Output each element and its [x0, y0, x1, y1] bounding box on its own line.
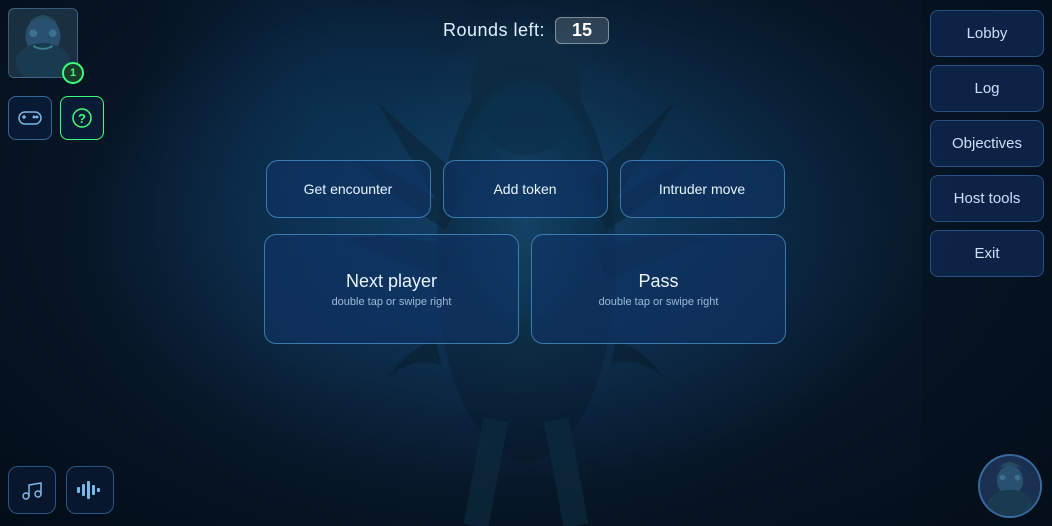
gamepad-button[interactable] — [8, 96, 52, 140]
avatar-badge: 1 — [62, 62, 84, 84]
actions-area: Get encounter Add token Intruder move Ne… — [185, 160, 865, 344]
rounds-label: Rounds left: — [443, 20, 545, 41]
host-tools-button[interactable]: Host tools — [930, 175, 1044, 222]
lobby-button[interactable]: Lobby — [930, 10, 1044, 57]
icon-buttons-row: ? — [8, 96, 104, 140]
next-player-subtitle: double tap or swipe right — [332, 296, 452, 308]
bottom-right-avatar — [978, 454, 1042, 518]
sound-button[interactable] — [66, 466, 114, 514]
header: Rounds left: 15 — [0, 0, 1052, 60]
exit-button[interactable]: Exit — [930, 230, 1044, 277]
music-button[interactable] — [8, 466, 56, 514]
pass-label: Pass — [638, 271, 678, 292]
get-encounter-button[interactable]: Get encounter — [266, 160, 431, 218]
add-token-button[interactable]: Add token — [443, 160, 608, 218]
log-button[interactable]: Log — [930, 65, 1044, 112]
media-controls — [8, 466, 114, 514]
svg-text:?: ? — [78, 111, 86, 126]
top-left-panel: 1 ? — [8, 8, 104, 140]
pass-button[interactable]: Pass double tap or swipe right — [531, 234, 786, 344]
objectives-button[interactable]: Objectives — [930, 120, 1044, 167]
next-player-button[interactable]: Next player double tap or swipe right — [264, 234, 519, 344]
intruder-move-button[interactable]: Intruder move — [620, 160, 785, 218]
help-button[interactable]: ? — [60, 96, 104, 140]
avatar-container: 1 — [8, 8, 78, 78]
rounds-container: Rounds left: 15 — [443, 17, 609, 44]
bottom-action-buttons: Next player double tap or swipe right Pa… — [185, 234, 865, 344]
top-action-buttons: Get encounter Add token Intruder move — [185, 160, 865, 218]
pass-subtitle: double tap or swipe right — [599, 296, 719, 308]
right-sidebar: Lobby Log Objectives Host tools Exit — [922, 0, 1052, 526]
rounds-value: 15 — [555, 17, 609, 44]
next-player-label: Next player — [346, 271, 437, 292]
